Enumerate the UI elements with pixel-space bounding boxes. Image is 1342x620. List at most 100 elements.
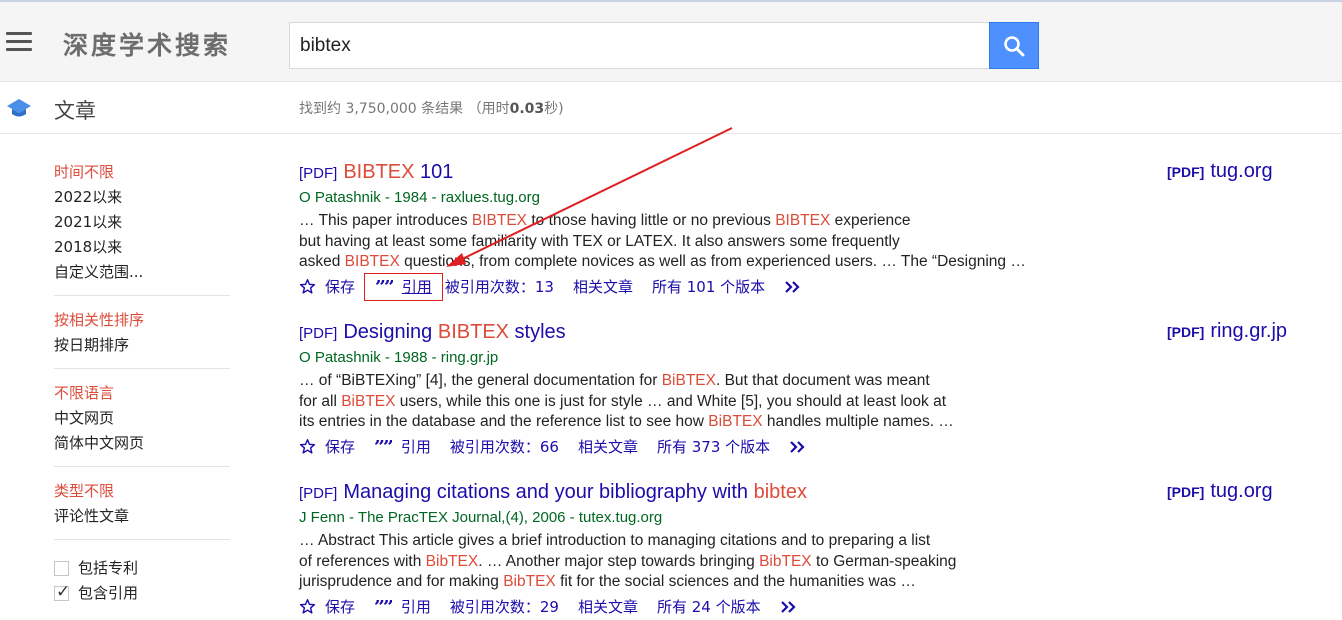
top-bar: 深度学术搜索	[0, 0, 1342, 82]
snippet-text: BibTEX	[503, 573, 556, 590]
related-articles-link[interactable]: 相关文章	[578, 596, 638, 617]
side-pdf-tag: [PDF]	[1167, 484, 1205, 500]
title-text: styles	[509, 321, 566, 343]
snippet-line: … Abstract This article gives a brief in…	[299, 531, 1079, 552]
result-snippet: … of “BiBTEXing” [4], the general docume…	[299, 371, 1079, 433]
result-meta: J Fenn - The PracTEX Journal,(4), 2006 -…	[299, 509, 663, 526]
snippet-text: BIBTEX	[471, 212, 528, 229]
more-chevron-icon[interactable]	[789, 440, 808, 454]
result-snippet: … Abstract This article gives a brief in…	[299, 531, 1079, 593]
snippet-text: experience	[830, 212, 911, 229]
snippet-line: of references with BibTEX. … Another maj…	[299, 552, 1079, 573]
cite-button[interactable]: ”” 引用	[374, 596, 431, 617]
snippet-text: BIBTEX	[344, 253, 400, 270]
pdf-tag: [PDF]	[299, 485, 338, 502]
snippet-text: questions, from complete novices as well…	[399, 253, 1026, 270]
quote-icon: ””	[375, 279, 393, 294]
snippet-text: jurisprudence and for making	[299, 573, 504, 590]
pdf-tag: [PDF]	[299, 325, 338, 342]
snippet-text: but having at least some familiarity wit…	[299, 232, 900, 250]
side-pdf-tag: [PDF]	[1167, 164, 1205, 180]
cite-button[interactable]: ”” 引用	[374, 436, 431, 457]
cite-label: 引用	[400, 438, 431, 456]
result-title: [PDF] Managing citations and your bibliog…	[299, 480, 1079, 506]
result-actions: 保存 ”” 引用 被引用次数：29 相关文章 所有 24 个版本	[299, 596, 1079, 618]
more-chevron-icon[interactable]	[780, 600, 799, 614]
include-citations-checkbox[interactable]: 包含引用	[54, 580, 230, 606]
save-button[interactable]: 保存	[299, 436, 355, 457]
result-stats: 找到约 3,750,000 条结果 （用时0.03秒)	[299, 101, 564, 117]
title-text: bibtex	[753, 481, 807, 503]
title-text: 101	[414, 161, 454, 183]
sort-by-date[interactable]: 按日期排序	[54, 333, 230, 358]
sort-group: 按相关性排序 按日期排序	[54, 308, 230, 369]
star-icon	[299, 598, 316, 615]
snippet-text: asked	[299, 253, 345, 270]
cited-by-link[interactable]: 被引用次数：66	[450, 436, 559, 457]
all-versions-link[interactable]: 所有 24 个版本	[657, 596, 761, 617]
snippet-line: … of “BiBTEXing” [4], the general docume…	[299, 371, 1079, 392]
related-articles-link[interactable]: 相关文章	[573, 276, 633, 297]
save-button[interactable]: 保存	[299, 596, 355, 617]
star-icon	[299, 438, 316, 455]
snippet-text: to those having little or no previous	[527, 212, 776, 229]
save-button[interactable]: 保存	[299, 276, 355, 297]
pdf-tag: [PDF]	[299, 165, 338, 182]
title-text: BIBTEX	[437, 321, 509, 343]
result-title-link[interactable]: Managing citations and your bibliography…	[343, 481, 807, 503]
result-title-link[interactable]: Designing BIBTEX styles	[343, 321, 565, 343]
side-pdf-link[interactable]: [PDF] ring.gr.jp	[1167, 320, 1287, 343]
search-input[interactable]	[289, 22, 989, 69]
snippet-text: of references with	[299, 552, 426, 570]
include-citations-label: 包含引用	[78, 584, 139, 602]
menu-icon[interactable]	[6, 32, 32, 52]
snippet-text: … Abstract This article gives a brief in…	[299, 532, 931, 549]
type-review[interactable]: 评论性文章	[54, 504, 230, 529]
lang-any[interactable]: 不限语言	[54, 381, 230, 406]
star-icon	[299, 278, 316, 295]
side-domain: ring.gr.jp	[1210, 320, 1288, 342]
side-pdf-link[interactable]: [PDF] tug.org	[1167, 480, 1273, 503]
more-chevron-icon[interactable]	[784, 280, 803, 294]
site-logo[interactable]: 深度学术搜索	[63, 26, 231, 62]
filter-any-time[interactable]: 时间不限	[54, 160, 230, 185]
snippet-text: BibTEX	[425, 552, 479, 570]
filter-since-2018[interactable]: 2018以来	[54, 235, 230, 260]
sort-by-relevance[interactable]: 按相关性排序	[54, 308, 230, 333]
type-any[interactable]: 类型不限	[54, 479, 230, 504]
filter-since-2022[interactable]: 2022以来	[54, 185, 230, 210]
snippet-line: for all BiBTEX users, while this one is …	[299, 392, 1079, 413]
cited-by-link[interactable]: 被引用次数：13	[445, 276, 554, 297]
save-label: 保存	[325, 438, 356, 456]
include-patents-checkbox[interactable]: 包括专利	[54, 556, 230, 581]
filter-since-2021[interactable]: 2021以来	[54, 210, 230, 235]
side-pdf-link[interactable]: [PDF] tug.org	[1167, 160, 1273, 183]
save-label: 保存	[325, 278, 356, 296]
result-title: [PDF] BIBTEX 101	[299, 160, 1079, 186]
snippet-line: … This paper introduces BIBTEX to those …	[299, 211, 1079, 232]
checkbox-box-checked[interactable]	[54, 580, 70, 605]
snippet-text: BiBTEX	[708, 413, 763, 430]
side-pdf-tag: [PDF]	[1167, 324, 1205, 340]
result-title: [PDF] Designing BIBTEX styles	[299, 320, 1079, 346]
cite-button[interactable]: ”” 引用	[364, 272, 443, 301]
result-meta: O Patashnik - 1984 - raxlues.tug.org	[299, 189, 540, 206]
cite-label: 引用	[400, 598, 431, 616]
filter-custom-range[interactable]: 自定义范围...	[54, 260, 230, 285]
snippet-text: … of “BiBTEXing” [4], the general docume…	[299, 372, 662, 389]
snippet-text: handles multiple names. …	[762, 413, 954, 430]
title-text: Designing	[343, 321, 438, 343]
lang-simplified-chinese[interactable]: 简体中文网页	[54, 431, 230, 456]
quote-icon: ””	[374, 439, 392, 454]
checkbox-box[interactable]	[54, 561, 69, 576]
lang-chinese[interactable]: 中文网页	[54, 406, 230, 431]
title-text: BIBTEX	[343, 161, 415, 183]
result-title-link[interactable]: BIBTEX 101	[343, 161, 453, 183]
result-actions: 保存 ”” 引用 被引用次数：66 相关文章 所有 373 个版本	[299, 436, 1079, 458]
all-versions-link[interactable]: 所有 373 个版本	[657, 436, 770, 457]
related-articles-link[interactable]: 相关文章	[578, 436, 638, 457]
all-versions-link[interactable]: 所有 101 个版本	[652, 276, 765, 297]
quote-icon: ””	[374, 599, 392, 614]
cited-by-link[interactable]: 被引用次数：29	[450, 596, 559, 617]
search-button[interactable]	[989, 22, 1039, 69]
